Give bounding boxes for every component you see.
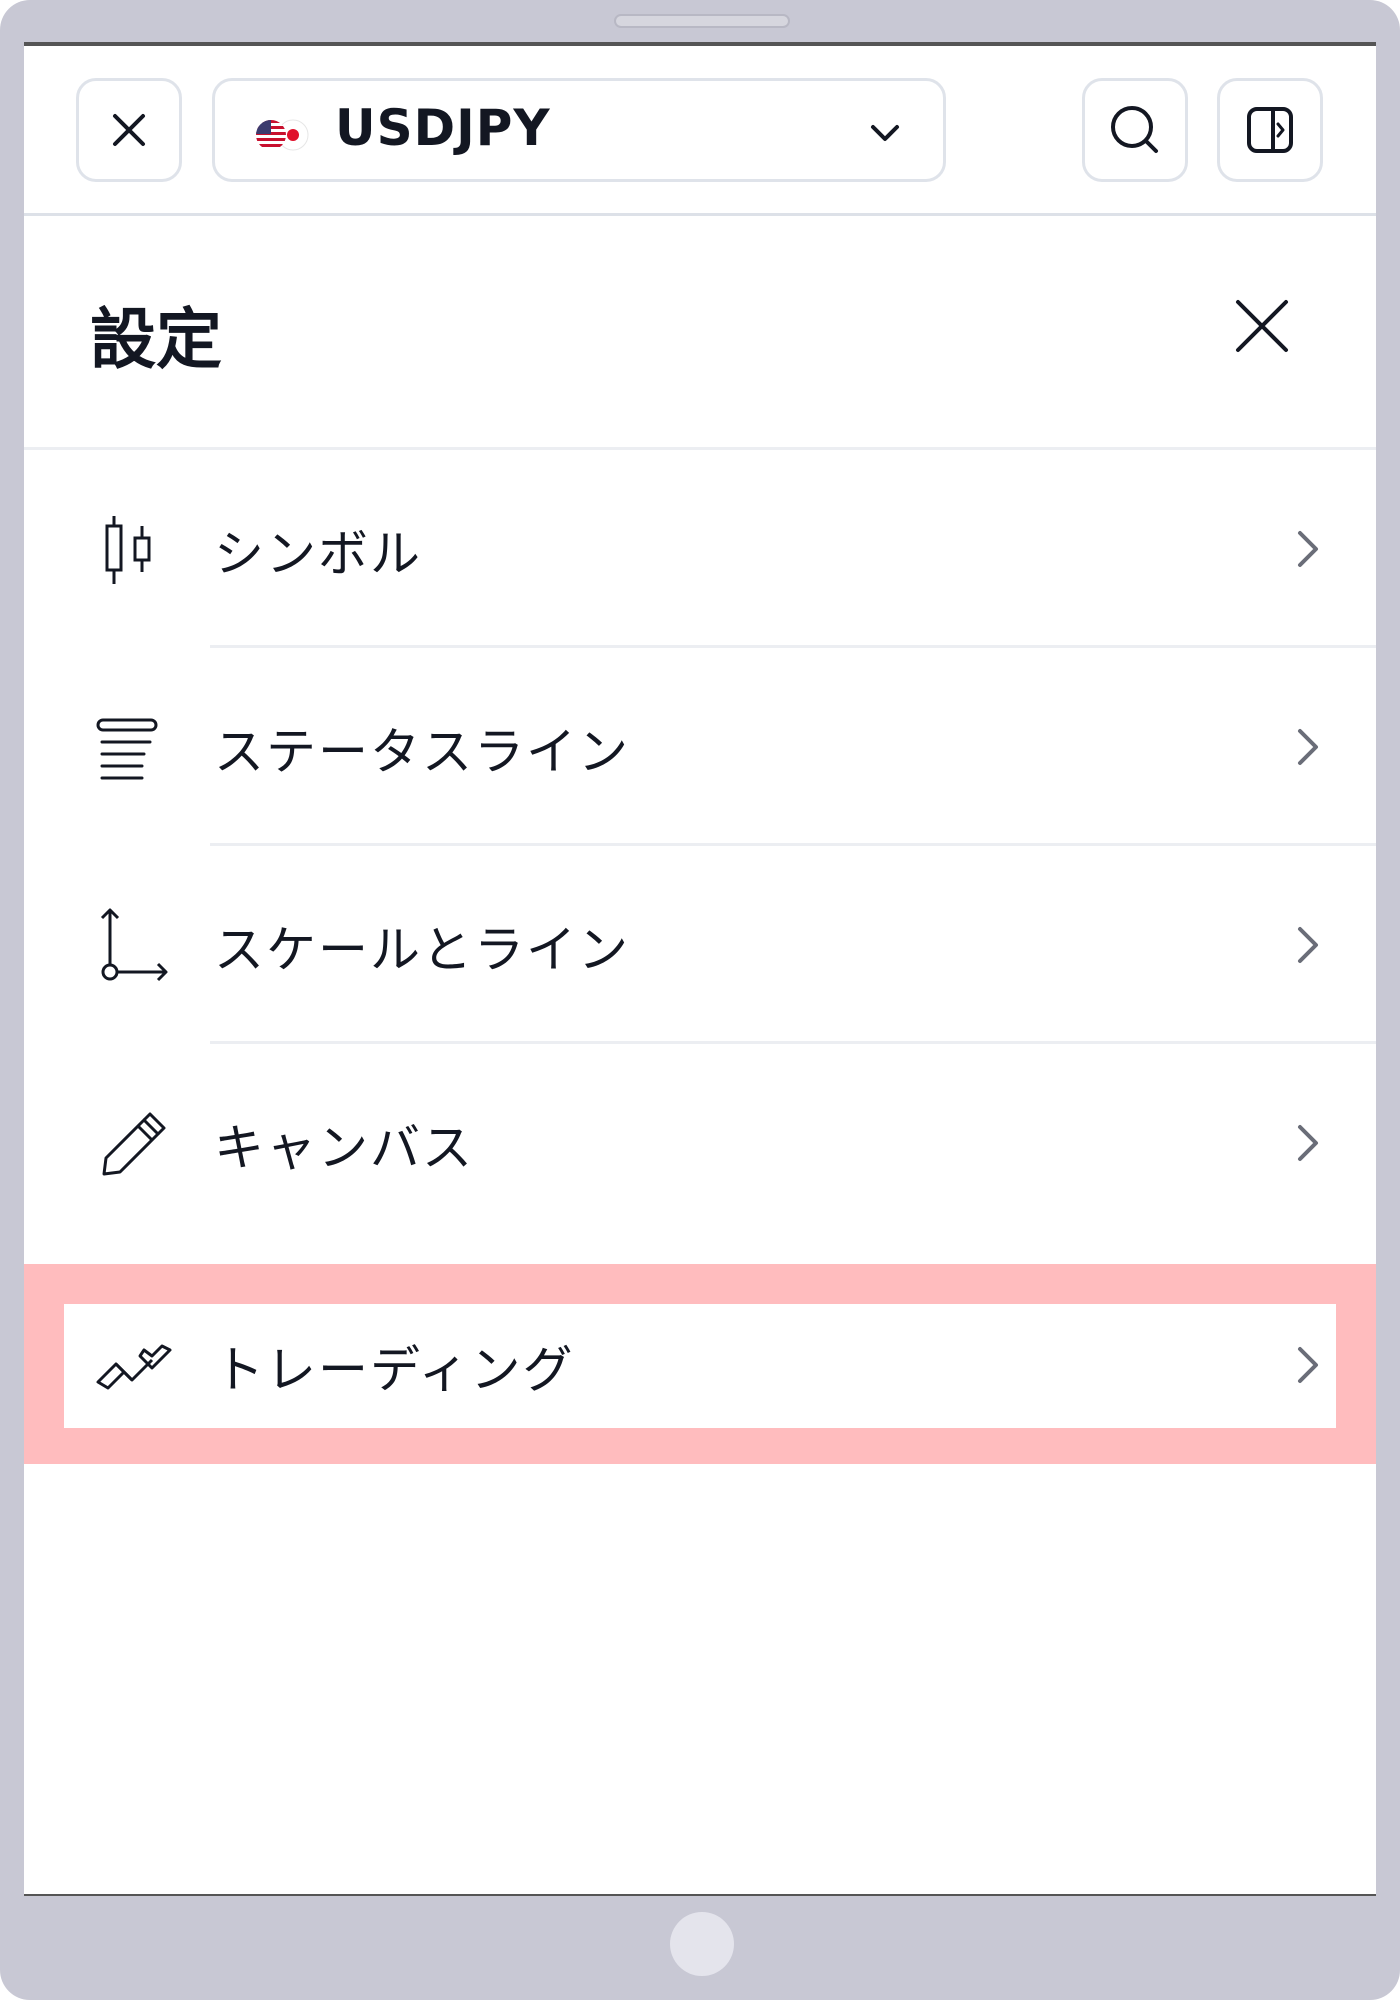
top-bar: USDJPY (24, 46, 1376, 216)
menu-item-label: ステータスライン (214, 723, 630, 781)
screen: USDJPY 設定 シンボル ステータスライン スケールとライン キャンバス ト… (24, 42, 1376, 1896)
menu-item-symbol[interactable]: シンボル (24, 450, 1376, 648)
menu-item-label: トレーディング (214, 1341, 575, 1399)
chevron-down-icon (871, 125, 899, 141)
page-title: 設定 (90, 301, 222, 378)
menu-item-label: キャンバス (214, 1119, 474, 1177)
tablet-frame: USDJPY 設定 シンボル ステータスライン スケールとライン キャンバス ト… (0, 0, 1400, 2000)
chevron-right-icon (1298, 729, 1318, 765)
highlight-frame: トレーディング (24, 1264, 1376, 1464)
chevron-right-icon (1298, 1125, 1318, 1161)
close-icon[interactable] (1232, 296, 1292, 356)
candlestick-icon (105, 516, 151, 584)
us-jp-flag-icon (256, 119, 309, 151)
side-panel-button[interactable] (1217, 78, 1323, 182)
menu-item-trading[interactable]: トレーディング (64, 1304, 1336, 1428)
home-button[interactable] (670, 1912, 734, 1976)
close-chart-button[interactable] (76, 78, 182, 182)
chevron-right-icon (1298, 1347, 1318, 1383)
menu-item-label: スケールとライン (214, 921, 630, 979)
close-icon (113, 114, 145, 146)
status-line-icon (96, 718, 158, 780)
scales-axis-icon (100, 908, 168, 982)
chevron-right-icon (1298, 531, 1318, 567)
menu-item-label: シンボル (214, 525, 422, 583)
menu-item-status-line[interactable]: ステータスライン (24, 648, 1376, 846)
side-panel-icon (1247, 107, 1293, 153)
speaker-slot (614, 14, 790, 28)
menu-item-canvas[interactable]: キャンバス (24, 1044, 1376, 1242)
search-button[interactable] (1082, 78, 1188, 182)
symbol-name: USDJPY (335, 99, 551, 157)
pencil-icon (102, 1112, 166, 1176)
menu-item-scales-and-lines[interactable]: スケールとライン (24, 846, 1376, 1044)
settings-header: 設定 (24, 216, 1376, 450)
trading-icon (96, 1344, 172, 1390)
symbol-selector[interactable]: USDJPY (212, 78, 946, 182)
chevron-right-icon (1298, 927, 1318, 963)
search-icon (1111, 106, 1158, 153)
